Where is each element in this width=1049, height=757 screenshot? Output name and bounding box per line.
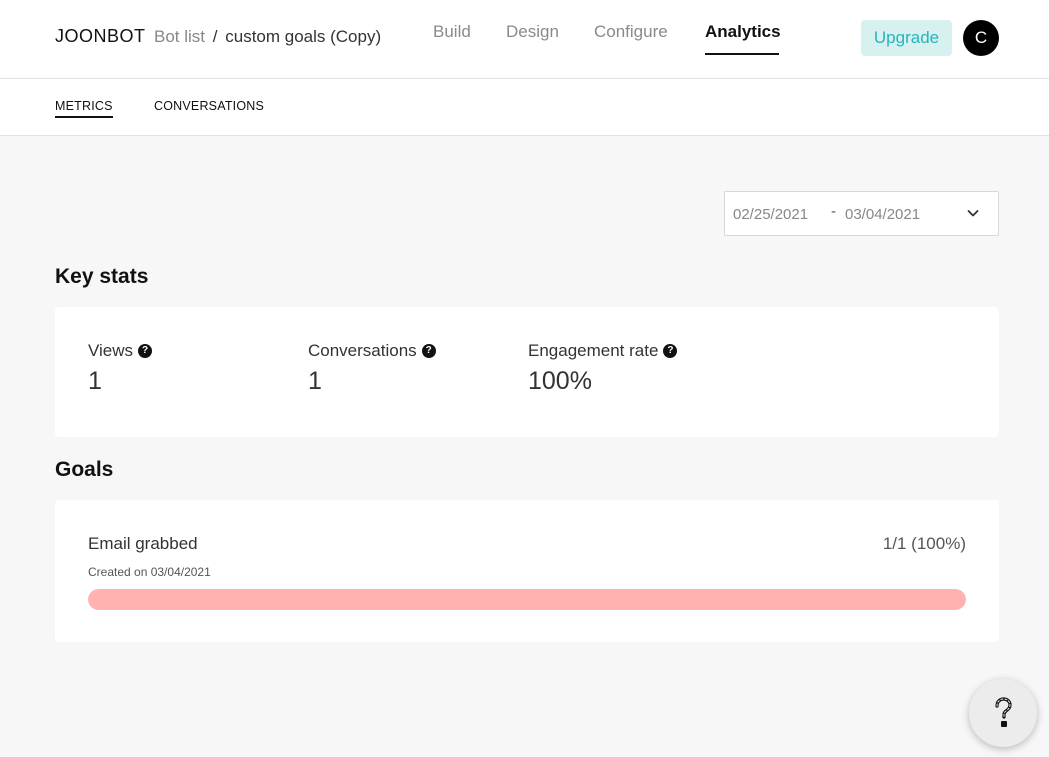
breadcrumb-current: custom goals (Copy) — [225, 27, 382, 46]
tab-conversations[interactable]: CONVERSATIONS — [154, 99, 264, 113]
stat-conversations: Conversations ? 1 — [308, 341, 436, 396]
goal-progress-fill — [88, 589, 966, 610]
goal-created-date: Created on 03/04/2021 — [88, 565, 211, 579]
stat-views: Views ? 1 — [88, 341, 153, 396]
stat-value: 1 — [308, 367, 322, 395]
breadcrumb-bot-list[interactable]: Bot list — [154, 27, 205, 46]
top-header: JOONBOT Bot list / custom goals (Copy) B… — [0, 0, 1049, 79]
help-button[interactable] — [969, 679, 1037, 747]
stat-label: Conversations — [308, 341, 417, 360]
stat-engagement-rate: Engagement rate ? 100% — [528, 341, 678, 396]
nav-build[interactable]: Build — [433, 22, 471, 42]
nav-active-indicator — [705, 53, 779, 55]
goal-name: Email grabbed — [88, 534, 198, 553]
nav-design[interactable]: Design — [506, 22, 559, 42]
date-range-picker[interactable]: 02/25/2021 - 03/04/2021 — [724, 191, 999, 236]
goal-count: 1/1 (100%) — [882, 534, 966, 553]
goals-title: Goals — [55, 458, 114, 481]
breadcrumb: Bot list / custom goals (Copy) — [154, 27, 381, 47]
date-start: 02/25/2021 — [733, 206, 809, 223]
breadcrumb-separator: / — [212, 27, 218, 46]
goal-progress-bar — [88, 589, 966, 610]
key-stats-title: Key stats — [55, 265, 149, 288]
date-end: 03/04/2021 — [845, 206, 921, 223]
sub-tabs: METRICS CONVERSATIONS — [0, 79, 1049, 136]
stat-value: 1 — [88, 367, 102, 395]
help-icon[interactable]: ? — [421, 344, 436, 358]
stat-value: 100% — [528, 367, 592, 395]
key-stats-card: Views ? 1 Conversations ? 1 Engagement r… — [55, 307, 999, 437]
help-icon[interactable]: ? — [663, 344, 678, 358]
goal-card: Email grabbed 1/1 (100%) Created on 03/0… — [55, 500, 999, 642]
date-separator: - — [831, 203, 836, 220]
stat-label: Views — [88, 341, 134, 360]
nav-configure[interactable]: Configure — [594, 22, 668, 42]
nav-analytics[interactable]: Analytics — [705, 22, 781, 42]
upgrade-button[interactable]: Upgrade — [861, 20, 952, 56]
question-icon — [995, 697, 1012, 727]
avatar[interactable]: C — [963, 20, 999, 56]
tab-metrics[interactable]: METRICS — [55, 99, 113, 118]
help-icon[interactable]: ? — [138, 344, 153, 358]
brand-logo[interactable]: JOONBOT — [55, 26, 146, 47]
chevron-down-icon[interactable] — [965, 205, 981, 221]
stat-label: Engagement rate — [528, 341, 659, 360]
